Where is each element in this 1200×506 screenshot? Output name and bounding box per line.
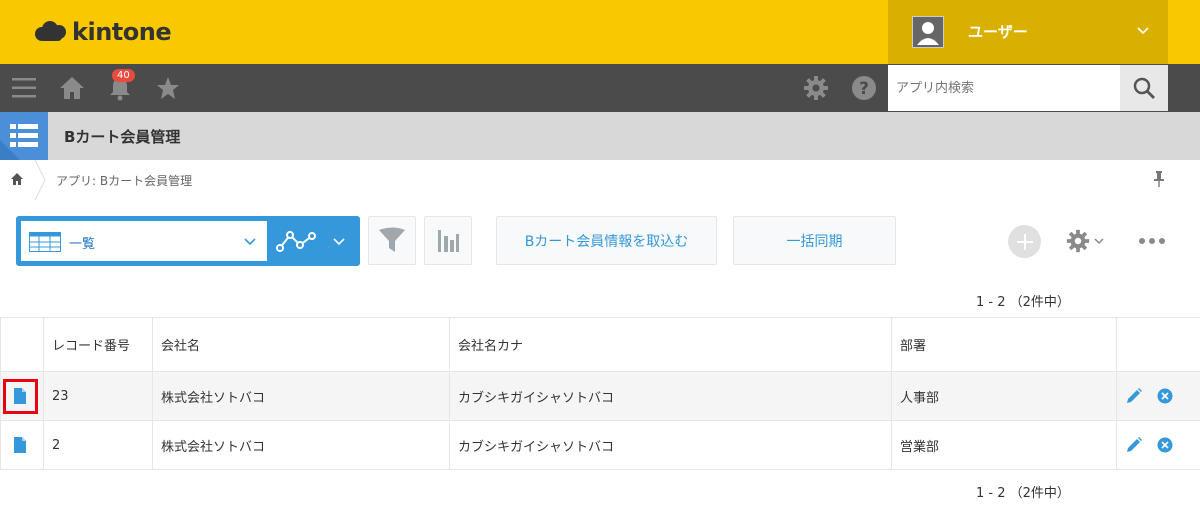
edit-pencil-icon[interactable] bbox=[1125, 387, 1143, 405]
bulk-sync-label: 一括同期 bbox=[786, 233, 843, 250]
table-header-row: レコード番号 会社名 会社名カナ 部署 bbox=[0, 317, 1200, 372]
column-header-detail bbox=[0, 317, 44, 372]
notification-badge: 40 bbox=[112, 69, 135, 82]
more-options-icon[interactable] bbox=[1138, 236, 1166, 246]
search-button[interactable] bbox=[1120, 65, 1168, 111]
menu-icon[interactable] bbox=[10, 74, 38, 102]
column-header-department[interactable]: 部署 bbox=[891, 317, 1117, 372]
list-icon bbox=[0, 124, 38, 160]
help-icon[interactable]: ? bbox=[850, 74, 878, 102]
chevron-down-icon bbox=[1137, 27, 1149, 35]
actions-cell bbox=[1116, 371, 1200, 421]
chevron-down-icon[interactable] bbox=[332, 235, 346, 249]
svg-text:?: ? bbox=[859, 79, 869, 99]
breadcrumb-app[interactable]: アプリ: Bカート会員管理 bbox=[56, 172, 192, 189]
chevron-down-icon bbox=[1094, 238, 1104, 245]
bar-chart-icon bbox=[438, 229, 459, 252]
department-cell: 人事部 bbox=[891, 371, 1117, 421]
app-icon[interactable] bbox=[0, 112, 48, 160]
app-search-input[interactable] bbox=[888, 65, 1120, 111]
column-header-actions bbox=[1116, 317, 1200, 372]
user-name: ユーザー bbox=[968, 23, 1028, 41]
bulk-sync-button[interactable]: 一括同期 bbox=[733, 216, 896, 265]
table-row: 23 株式会社ソトバコ カブシキガイシャソトバコ 人事部 bbox=[0, 371, 1200, 421]
highlight-box bbox=[3, 379, 38, 414]
edit-pencil-icon[interactable] bbox=[1125, 436, 1143, 454]
pager-bottom: 1 - 2 （2件中） bbox=[976, 486, 1070, 501]
cloud-logo-icon bbox=[35, 21, 66, 41]
record-number-cell: 23 bbox=[43, 371, 153, 421]
gear-icon bbox=[1066, 229, 1090, 253]
table-row: 2 株式会社ソトバコ カブシキガイシャソトバコ 営業部 bbox=[0, 420, 1200, 470]
chevron-down-icon bbox=[244, 238, 256, 246]
import-members-label: Bカート会員情報を取込む bbox=[524, 233, 689, 250]
detail-cell bbox=[0, 420, 44, 470]
company-cell: 株式会社ソトバコ bbox=[152, 371, 450, 421]
add-record-button[interactable] bbox=[1008, 225, 1041, 258]
actions-cell bbox=[1116, 420, 1200, 470]
delete-icon[interactable] bbox=[1157, 437, 1173, 453]
department-cell: 営業部 bbox=[891, 420, 1117, 470]
column-header-company-kana[interactable]: 会社名カナ bbox=[449, 317, 892, 372]
column-header-record-no[interactable]: レコード番号 bbox=[43, 317, 153, 372]
kintone-logo[interactable]: kintone bbox=[34, 18, 172, 46]
plus-icon bbox=[1016, 233, 1033, 250]
user-icon bbox=[913, 17, 943, 47]
filter-button[interactable] bbox=[368, 216, 416, 265]
company-kana-cell: カブシキガイシャソトバコ bbox=[449, 420, 892, 470]
records-table: レコード番号 会社名 会社名カナ 部署 23 株式会社ソトバコ カブシキガイシャ… bbox=[0, 317, 1200, 470]
user-menu[interactable]: ユーザー bbox=[888, 0, 1168, 64]
view-label: 一覧 bbox=[69, 237, 96, 252]
column-header-company[interactable]: 会社名 bbox=[152, 317, 450, 372]
table-view-icon bbox=[29, 232, 61, 252]
search-icon bbox=[1133, 77, 1155, 99]
pager-top: 1 - 2 （2件中） bbox=[976, 295, 1070, 310]
home-icon[interactable] bbox=[10, 172, 24, 186]
graph-button[interactable] bbox=[424, 216, 472, 265]
document-icon[interactable] bbox=[13, 437, 27, 453]
avatar bbox=[912, 16, 944, 48]
graph-icon[interactable] bbox=[276, 228, 318, 254]
company-cell: 株式会社ソトバコ bbox=[152, 420, 450, 470]
app-settings-button[interactable] bbox=[1065, 228, 1104, 254]
logo-text: kintone bbox=[72, 18, 172, 46]
delete-icon[interactable] bbox=[1157, 388, 1173, 404]
home-icon[interactable] bbox=[58, 74, 86, 102]
pin-icon[interactable] bbox=[1152, 170, 1166, 188]
breadcrumb: アプリ: Bカート会員管理 bbox=[0, 160, 1200, 200]
import-members-button[interactable]: Bカート会員情報を取込む bbox=[496, 216, 717, 265]
star-icon[interactable] bbox=[154, 74, 182, 102]
filter-icon bbox=[379, 227, 405, 252]
gear-icon[interactable] bbox=[802, 74, 830, 102]
company-kana-cell: カブシキガイシャソトバコ bbox=[449, 371, 892, 421]
record-number-cell: 2 bbox=[43, 420, 153, 470]
app-title: Bカート会員管理 bbox=[64, 128, 181, 146]
breadcrumb-separator bbox=[34, 160, 46, 200]
